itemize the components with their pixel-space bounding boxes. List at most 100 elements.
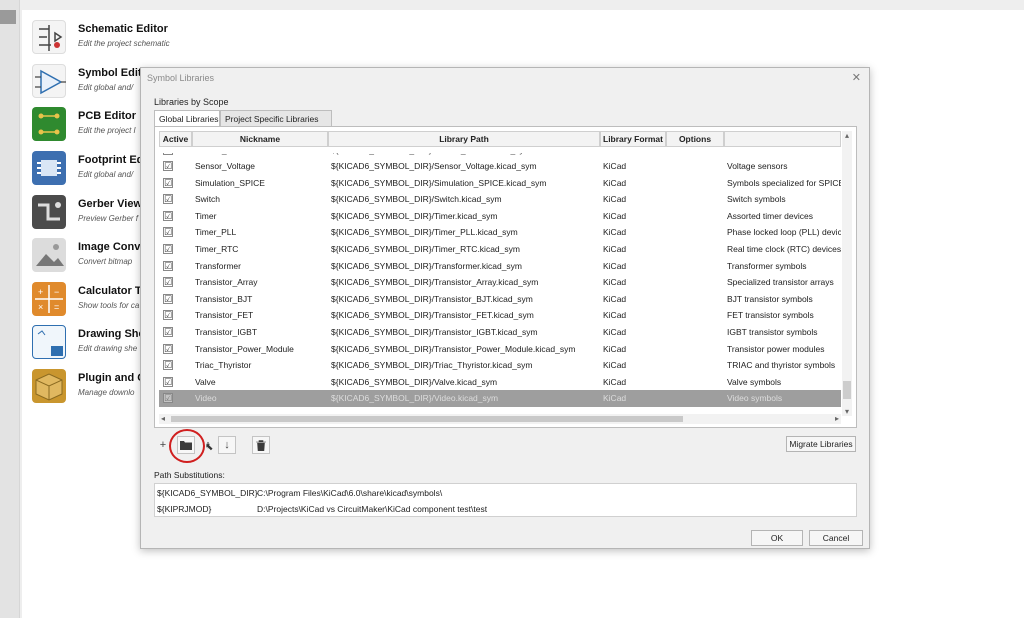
active-checkbox[interactable]: ☑ [163, 293, 173, 304]
active-checkbox[interactable]: ☑ [163, 161, 173, 171]
path-variable: ${KICAD6_SYMBOL_DIR} [157, 488, 258, 498]
path-cell: ${KICAD6_SYMBOL_DIR}/Transistor_Power_Mo… [331, 343, 576, 354]
schematic-icon [32, 20, 66, 54]
format-cell: KiCad [603, 310, 627, 321]
active-checkbox[interactable]: ☑ [163, 244, 173, 254]
svg-text:×: × [38, 302, 43, 312]
table-row[interactable]: ☑ Video ${KICAD6_SYMBOL_DIR}/Video.kicad_s… [159, 390, 841, 407]
description-cell: Specialized transistor arrays [727, 277, 834, 288]
ok-button[interactable]: OK [751, 530, 803, 546]
launcher-desc: Preview Gerber f [78, 214, 139, 223]
table-row[interactable]: ☑ Timer_PLL ${KICAD6_SYMBOL_DIR}/Timer_PLL… [159, 224, 841, 241]
column-header-library-path[interactable]: Library Path [328, 131, 600, 147]
table-row[interactable]: ☑ Valve ${KICAD6_SYMBOL_DIR}/Valve.kicad_s… [159, 374, 841, 391]
format-cell: KiCad [603, 376, 627, 387]
table-row[interactable]: ☑ Transistor_Power_Module ${KICAD6_SYMBOL_… [159, 341, 841, 358]
active-checkbox[interactable]: ☑ [163, 194, 173, 205]
table-row[interactable]: ☑ Transistor_FET ${KICAD6_SYMBOL_DIR}/Tran… [159, 307, 841, 324]
horizontal-scroll-thumb[interactable] [171, 416, 683, 422]
table-row[interactable]: ☑ Transistor_Array ${KICAD6_SYMBOL_DIR}/Tr… [159, 274, 841, 291]
scroll-up-icon[interactable]: ▴ [842, 131, 852, 140]
table-row[interactable]: ☑ Simulation_SPICE ${KICAD6_SYMBOL_DIR}/Si… [159, 175, 841, 192]
active-checkbox[interactable]: ☑ [163, 210, 173, 221]
active-checkbox[interactable]: ☑ [163, 343, 173, 354]
table-row[interactable]: ☑ Transformer ${KICAD6_SYMBOL_DIR}/Transfo… [159, 258, 841, 275]
column-header-active[interactable]: Active [159, 131, 192, 147]
scroll-right-icon[interactable]: ▸ [835, 414, 839, 423]
vertical-scrollbar[interactable]: ▴ ▾ [842, 131, 852, 416]
nickname-cell: Triac_Thyristor [195, 360, 252, 371]
description-cell: Symbols specialized for SPICE c [727, 177, 841, 188]
active-checkbox[interactable]: ☑ [163, 260, 173, 271]
column-header-nickname[interactable]: Nickname [192, 131, 328, 147]
active-checkbox[interactable]: ☑ [163, 310, 173, 321]
nickname-cell: Transistor_BJT [195, 293, 253, 304]
launcher-schematic-editor[interactable]: Schematic Editor Edit the project schema… [32, 18, 412, 58]
package-icon [32, 369, 66, 403]
format-cell: KiCad [603, 227, 627, 238]
launcher-desc: Edit the project schematic [78, 39, 170, 48]
path-variable: ${KIPRJMOD} [157, 504, 212, 514]
active-checkbox[interactable]: ☑ [163, 177, 173, 188]
description-cell: Phase locked loop (PLL) device [727, 227, 841, 238]
move-down-button[interactable]: ↓ [218, 436, 236, 454]
tab-global-libraries[interactable]: Global Libraries [154, 110, 220, 126]
path-substitutions-label: Path Substitutions: [154, 470, 225, 480]
format-cell: KiCad [603, 194, 627, 205]
active-checkbox[interactable]: ☑ [163, 327, 173, 337]
dialog-title: Symbol Libraries [147, 73, 215, 83]
nickname-cell: Video [195, 393, 217, 404]
horizontal-scrollbar[interactable]: ◂ ▸ [159, 414, 841, 424]
path-cell: ${KICAD6_SYMBOL_DIR}/Video.kicad_sym [331, 393, 499, 404]
close-icon[interactable]: ✕ [852, 71, 861, 84]
svg-text:−: − [54, 287, 59, 297]
column-header-description-blank[interactable] [724, 131, 841, 147]
table-row[interactable]: ☑ Timer ${KICAD6_SYMBOL_DIR}/Timer.kicad_s… [159, 208, 841, 225]
scroll-left-icon[interactable]: ◂ [161, 414, 165, 423]
description-cell: Switch symbols [727, 194, 786, 205]
vertical-scroll-thumb[interactable] [843, 381, 851, 399]
format-cell: KiCad [603, 277, 627, 288]
active-checkbox[interactable]: ☑ [163, 376, 173, 387]
active-checkbox[interactable]: ☑ [163, 360, 173, 371]
column-header-options[interactable]: Options [666, 131, 724, 147]
path-cell: ${KICAD6_SYMBOL_DIR}/Transistor_FET.kica… [331, 310, 534, 321]
nickname-cell: Transistor_FET [195, 310, 254, 321]
svg-text:=: = [54, 302, 59, 312]
left-sidebar-strip [0, 0, 20, 618]
launcher-desc: Manage downlo [78, 388, 135, 397]
format-cell: KiCad [603, 343, 627, 354]
format-cell: KiCad [603, 161, 627, 171]
path-row[interactable]: ${KICAD6_SYMBOL_DIR} C:\Program Files\Ki… [155, 485, 855, 501]
delete-library-button[interactable] [252, 436, 270, 454]
format-cell: KiCad [603, 260, 627, 271]
pcb-icon [32, 107, 66, 141]
table-row[interactable]: ☑ Transistor_IGBT ${KICAD6_SYMBOL_DIR}/Tra… [159, 324, 841, 341]
path-cell: ${KICAD6_SYMBOL_DIR}/Valve.kicad_sym [331, 376, 498, 387]
scroll-down-icon[interactable]: ▾ [842, 407, 852, 416]
table-row[interactable]: ☑ Timer_RTC ${KICAD6_SYMBOL_DIR}/Timer_RTC… [159, 241, 841, 258]
column-header-library-format[interactable]: Library Format [600, 131, 666, 147]
active-checkbox[interactable]: ☑ [163, 227, 173, 238]
sidebar-tab[interactable] [0, 10, 16, 24]
tab-project-specific-libraries[interactable]: Project Specific Libraries [220, 110, 332, 126]
cancel-button[interactable]: Cancel [809, 530, 863, 546]
library-table-frame: Active Nickname Library Path Library For… [154, 126, 857, 428]
launcher-title: PCB Editor [78, 110, 137, 122]
table-row[interactable]: ☑ Transistor_BJT ${KICAD6_SYMBOL_DIR}/Tran… [159, 291, 841, 308]
launcher-desc: Edit the project l [78, 126, 136, 135]
header-mask [159, 147, 841, 153]
table-row[interactable]: ☑ Switch ${KICAD6_SYMBOL_DIR}/Switch.kicad… [159, 191, 841, 208]
table-row[interactable]: ☑ Triac_Thyristor ${KICAD6_SYMBOL_DIR}/Tri… [159, 357, 841, 374]
table-row[interactable]: ☑ Sensor_Voltage ${KICAD6_SYMBOL_DIR}/Sens… [159, 158, 841, 175]
launcher-desc: Convert bitmap [78, 257, 133, 266]
path-row[interactable]: ${KIPRJMOD} D:\Projects\KiCad vs Circuit… [155, 501, 855, 517]
format-cell: KiCad [603, 293, 627, 304]
migrate-libraries-button[interactable]: Migrate Libraries [786, 436, 856, 452]
path-value: C:\Program Files\KiCad\6.0\share\kicad\s… [257, 488, 443, 498]
path-substitutions-table: ${KICAD6_SYMBOL_DIR} C:\Program Files\Ki… [154, 483, 857, 517]
active-checkbox[interactable]: ☑ [163, 277, 173, 288]
active-checkbox[interactable]: ☑ [163, 393, 173, 404]
nickname-cell: Switch [195, 194, 221, 205]
nickname-cell: Simulation_SPICE [195, 177, 265, 188]
